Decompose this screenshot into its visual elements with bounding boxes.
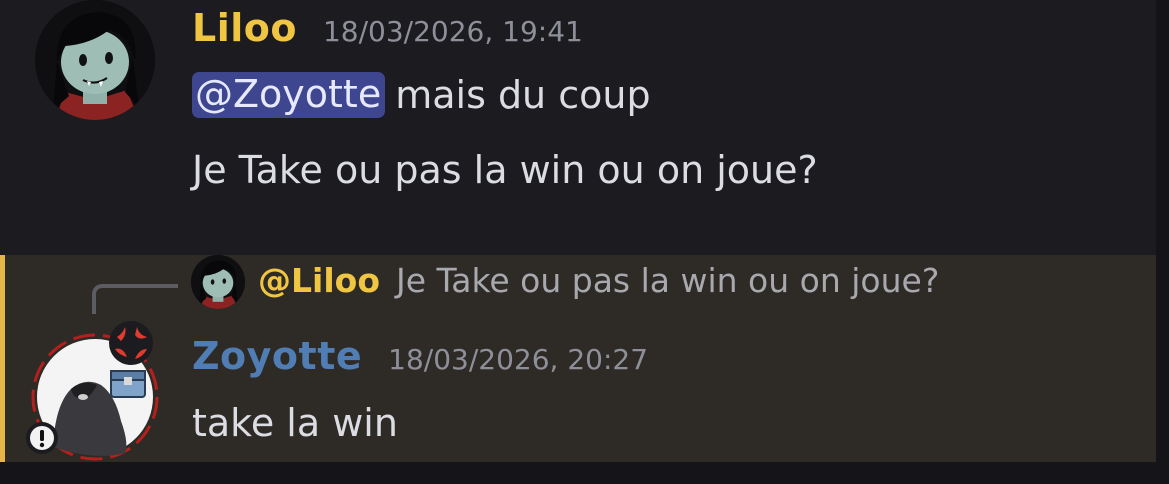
- message-line: take la win: [192, 395, 398, 451]
- author-name[interactable]: Liloo: [192, 6, 297, 50]
- exclamation-icon: [26, 422, 58, 454]
- scrollbar-track[interactable]: [1156, 0, 1169, 484]
- message-header: Liloo 18/03/2026, 19:41: [192, 6, 583, 50]
- message-text: take la win: [192, 401, 398, 445]
- message-text: Je Take ou pas la win ou on joue?: [192, 148, 818, 192]
- message-line: @Zoyotte mais du coup: [192, 66, 651, 124]
- author-name[interactable]: Zoyotte: [192, 334, 362, 378]
- message-liloo[interactable]: Liloo 18/03/2026, 19:41 @Zoyotte mais du…: [0, 0, 1156, 255]
- vampire-girl-avatar-icon: [35, 0, 155, 120]
- message-zoyotte[interactable]: @Liloo Je Take ou pas la win ou on joue?: [0, 255, 1156, 462]
- timestamp: 18/03/2026, 19:41: [322, 15, 583, 48]
- chat-view: Liloo 18/03/2026, 19:41 @Zoyotte mais du…: [0, 0, 1169, 484]
- reply-avatar[interactable]: [191, 255, 245, 309]
- mention-highlight-bar: [0, 255, 5, 462]
- reply-author[interactable]: @Liloo: [258, 261, 380, 300]
- timestamp: 18/03/2026, 20:27: [388, 343, 649, 376]
- reply-preview[interactable]: @Liloo Je Take ou pas la win ou on joue?: [258, 261, 939, 300]
- liloo-avatar[interactable]: [35, 0, 155, 120]
- message-text: mais du coup: [395, 73, 651, 117]
- zoyotte-avatar[interactable]: [25, 321, 165, 465]
- vampire-girl-avatar-icon: [191, 255, 245, 309]
- reply-connector: [92, 284, 178, 314]
- reply-text: Je Take ou pas la win ou on joue?: [396, 261, 940, 300]
- anger-symbol-icon: [109, 321, 153, 365]
- message-line: Je Take ou pas la win ou on joue?: [192, 141, 818, 199]
- bottom-divider: [0, 462, 1169, 484]
- user-mention[interactable]: @Zoyotte: [192, 72, 386, 118]
- message-header: Zoyotte 18/03/2026, 20:27: [192, 334, 648, 378]
